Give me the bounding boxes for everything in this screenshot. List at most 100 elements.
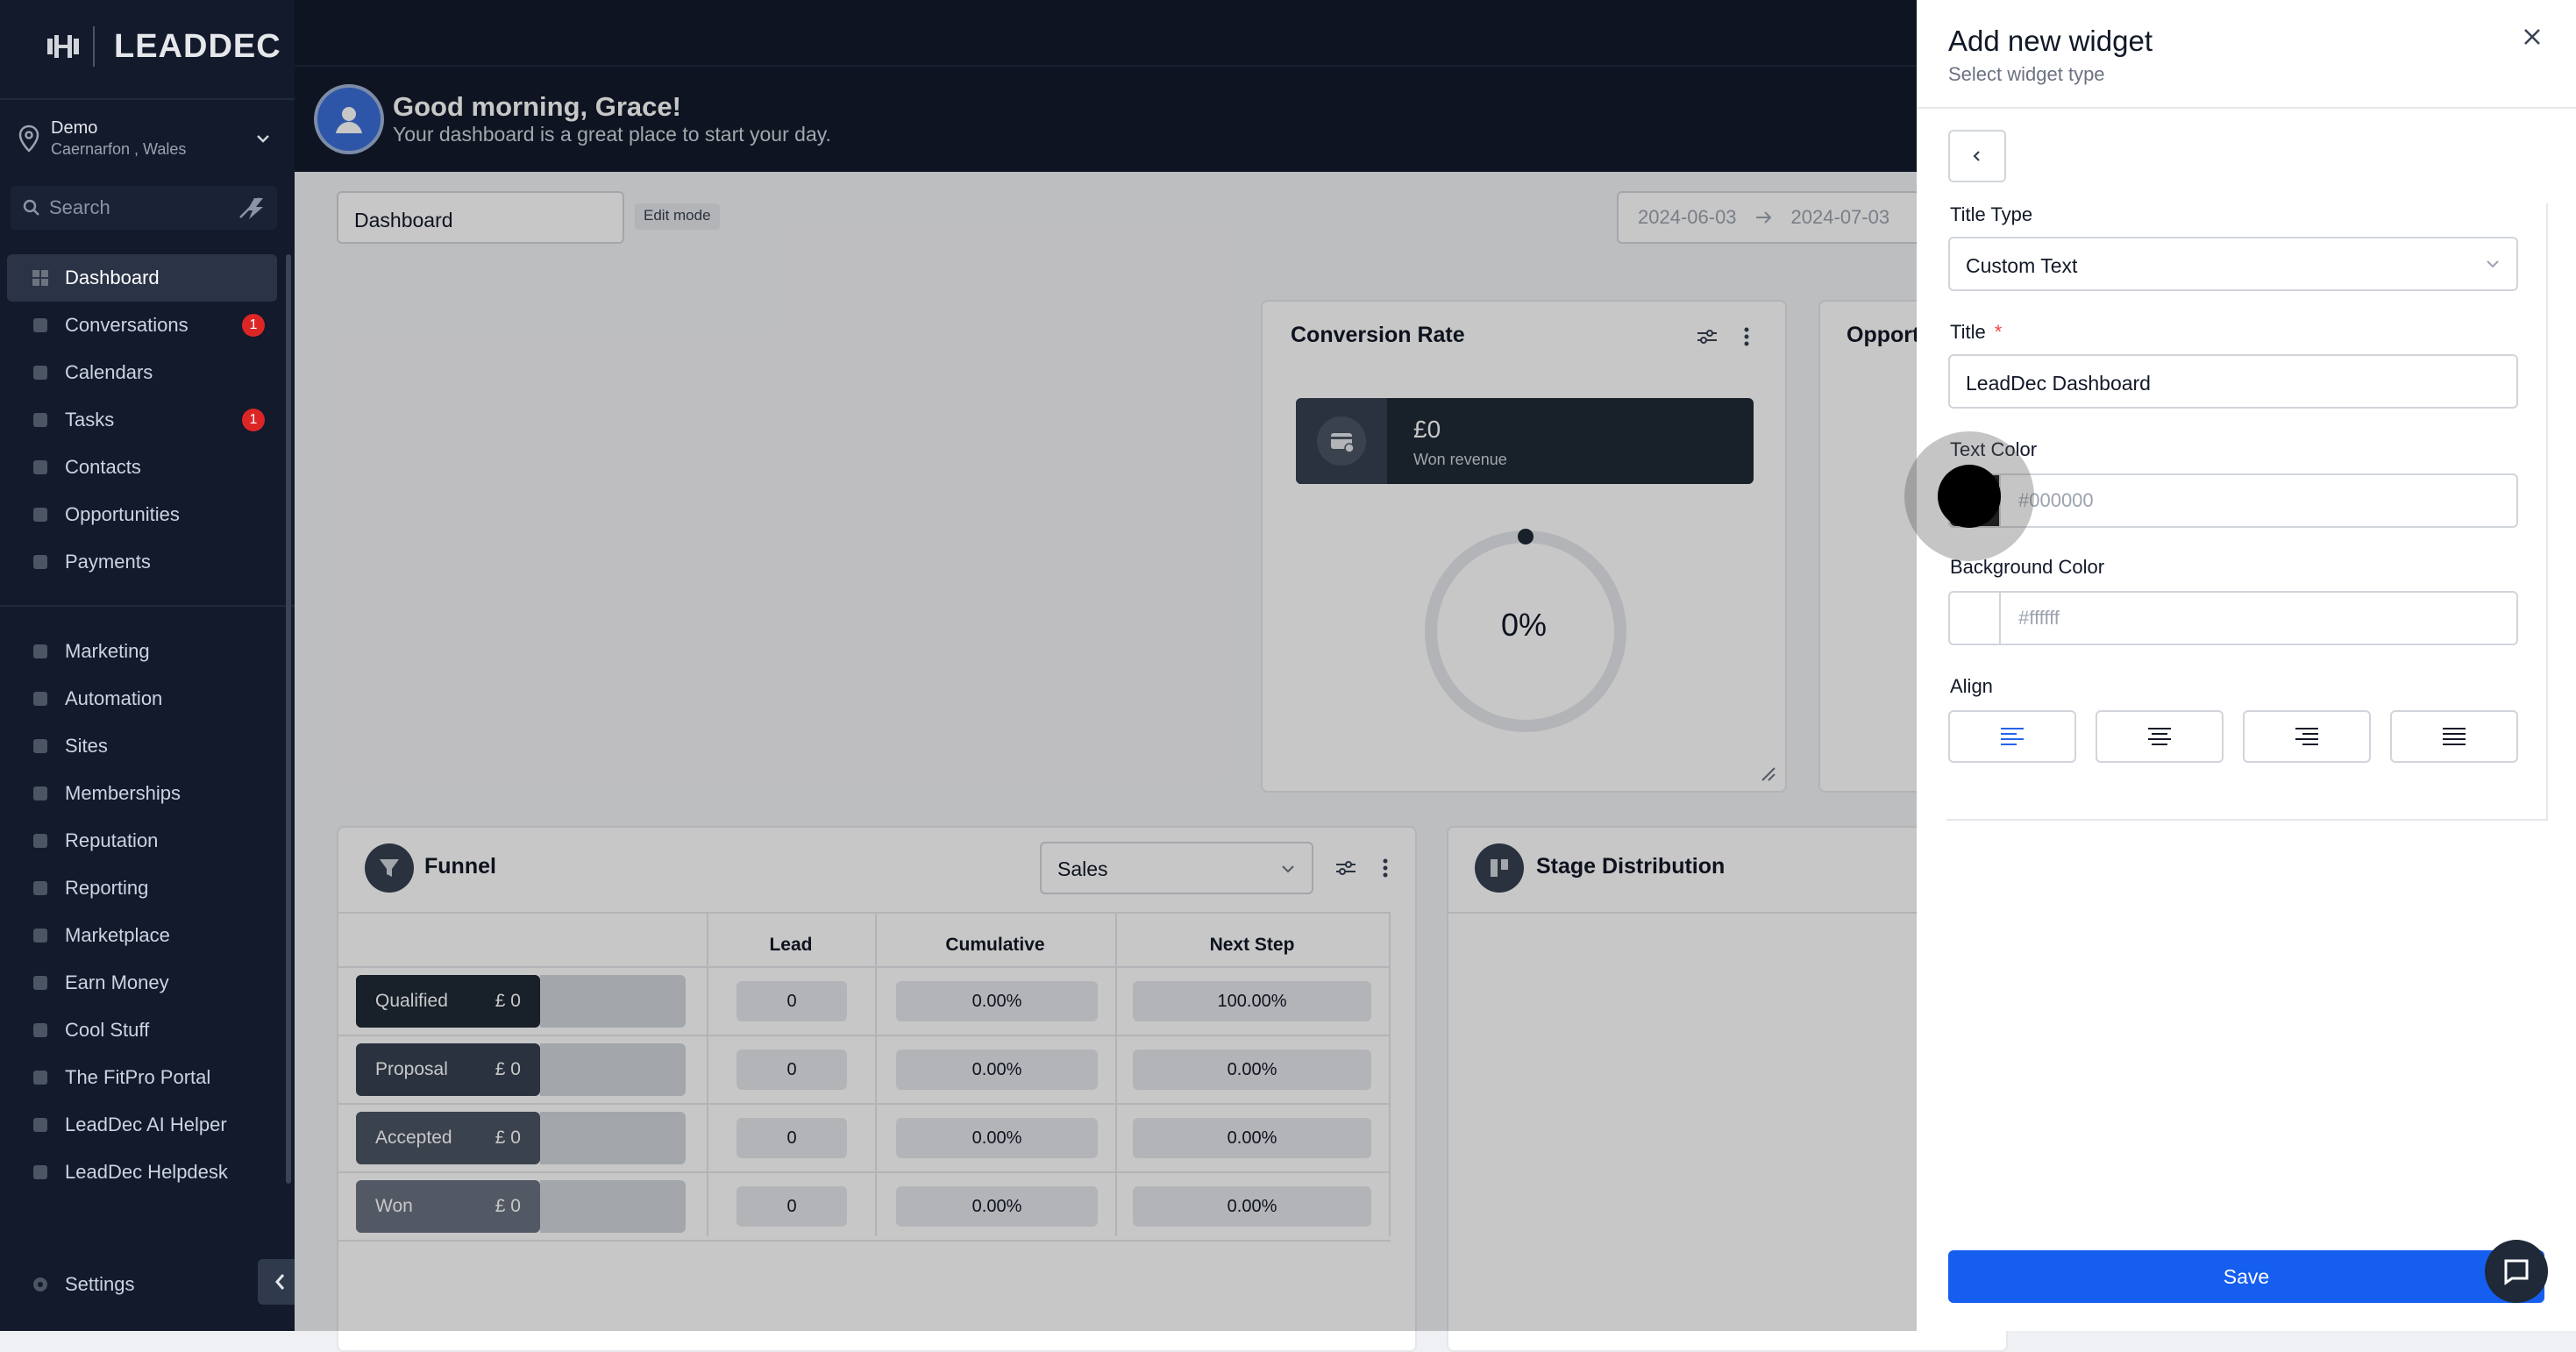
sidebar-item-earn-money[interactable]: Earn Money	[7, 959, 277, 1007]
sidebar-item-sites[interactable]: Sites	[7, 722, 277, 770]
sidebar-item-label: Sites	[65, 735, 108, 757]
megaphone-icon	[30, 641, 51, 662]
sidebar-item-marketing[interactable]: Marketing	[7, 628, 277, 675]
save-button[interactable]: Save	[1948, 1250, 2544, 1303]
person-icon	[30, 457, 51, 478]
drawer-subtitle: Select widget type	[1948, 63, 2105, 85]
sidebar-item-label: Cool Stuff	[65, 1019, 150, 1041]
required-marker: *	[1994, 321, 2003, 343]
sidebar-item-reporting[interactable]: Reporting	[7, 865, 277, 912]
sidebar-item-calendars[interactable]: Calendars	[7, 349, 277, 396]
sidebar-item-label: Memberships	[65, 782, 181, 804]
cart-icon	[30, 925, 51, 946]
search-icon	[23, 199, 39, 216]
chevron-left-icon	[275, 1274, 285, 1290]
sidebar-item-marketplace[interactable]: Marketplace	[7, 912, 277, 959]
fire-icon	[30, 1020, 51, 1041]
align-justify-button[interactable]	[2390, 710, 2518, 763]
widget-form: Title Type Custom Text Title * LeadDec Da…	[1946, 203, 2548, 821]
sidebar: LEADDEC Demo Caernarfon , Wales Search S…	[0, 0, 303, 1331]
sidebar-item-label: Conversations	[65, 314, 189, 336]
sidebar-item-leaddec-ai-helper[interactable]: LeadDec AI Helper	[7, 1101, 277, 1149]
sidebar-item-label: Tasks	[65, 409, 115, 431]
globe-icon	[30, 736, 51, 757]
align-center-icon	[2148, 728, 2171, 745]
sidebar-item-label: Reporting	[65, 877, 149, 899]
sidebar-item-label: Opportunities	[65, 503, 180, 525]
chat-bubble-icon	[2504, 1259, 2529, 1285]
align-center-button[interactable]	[2096, 710, 2224, 763]
notification-badge: 1	[242, 314, 265, 337]
sidebar-item-reputation[interactable]: Reputation	[7, 817, 277, 865]
modal-backdrop[interactable]	[295, 0, 1917, 1331]
sidebar-item-payments[interactable]: Payments	[7, 538, 277, 586]
dumbbell-logo-icon	[47, 35, 79, 58]
location-pin-icon	[18, 125, 39, 153]
align-left-button[interactable]	[1948, 710, 2076, 763]
sidebar-item-label: LeadDec AI Helper	[65, 1114, 227, 1135]
star-icon	[30, 830, 51, 851]
chevron-left-icon	[1973, 151, 1980, 161]
sidebar-item-leaddec-helpdesk[interactable]: LeadDec Helpdesk	[7, 1149, 277, 1196]
sidebar-item-settings[interactable]: Settings	[7, 1261, 277, 1308]
chat-widget-button[interactable]	[2485, 1240, 2548, 1303]
notification-badge: 1	[242, 409, 265, 431]
sidebar-item-memberships[interactable]: Memberships	[7, 770, 277, 817]
dumbbell-icon	[30, 1067, 51, 1088]
lightning-icon[interactable]	[237, 195, 268, 221]
sidebar-item-label: Payments	[65, 551, 151, 573]
sidebar-item-cool-stuff[interactable]: Cool Stuff	[7, 1007, 277, 1054]
close-icon	[2524, 29, 2540, 45]
add-widget-drawer: Add new widget Select widget type Title …	[1917, 0, 2576, 1331]
chevron-down-icon	[257, 135, 269, 143]
sidebar-item-label: Marketplace	[65, 924, 170, 946]
title-input[interactable]: LeadDec Dashboard	[1948, 354, 2518, 409]
chart-icon	[30, 878, 51, 899]
calendar-icon	[30, 362, 51, 383]
sidebar-item-automation[interactable]: Automation	[7, 675, 277, 722]
sidebar-item-opportunities[interactable]: Opportunities	[7, 491, 277, 538]
logo-divider	[93, 26, 95, 67]
close-button[interactable]	[2518, 23, 2546, 51]
sidebar-item-tasks[interactable]: Tasks 1	[7, 396, 277, 444]
location-switcher[interactable]: Demo Caernarfon , Wales	[18, 112, 281, 165]
drawer-title: Add new widget	[1948, 25, 2153, 57]
gear-icon	[30, 688, 51, 709]
title-label: Title *	[1950, 321, 2002, 344]
search-input[interactable]: Search	[11, 186, 277, 230]
gear-icon	[30, 1274, 51, 1295]
align-label: Align	[1950, 675, 1993, 697]
card-icon	[30, 551, 51, 573]
back-button[interactable]	[1948, 130, 2006, 182]
background-color-swatch[interactable]	[1950, 593, 2001, 644]
location-name: Demo	[51, 118, 98, 138]
sidebar-item-label: Reputation	[65, 829, 159, 851]
sidebar-item-label: Dashboard	[65, 267, 160, 288]
sidebar-item-label: Automation	[65, 687, 163, 709]
sidebar-item-label: Earn Money	[65, 971, 169, 993]
location-sub: Caernarfon , Wales	[51, 140, 187, 158]
sidebar-item-the-fitpro-portal[interactable]: The FitPro Portal	[7, 1054, 277, 1101]
sidebar-item-contacts[interactable]: Contacts	[7, 444, 277, 491]
sidebar-item-label: LeadDec Helpdesk	[65, 1161, 228, 1183]
sidebar-item-label: The FitPro Portal	[65, 1066, 211, 1088]
sidebar-item-dashboard[interactable]: Dashboard	[7, 254, 277, 302]
sidebar-item-label: Contacts	[65, 456, 141, 478]
sidebar-scrollbar[interactable]	[286, 254, 291, 1184]
sidebar-item-conversations[interactable]: Conversations 1	[7, 302, 277, 349]
dashboard-icon	[30, 267, 51, 288]
chevron-down-icon	[2487, 260, 2499, 268]
divider	[1917, 107, 2576, 109]
title-label-text: Title	[1950, 321, 1986, 343]
divider	[0, 605, 295, 607]
align-right-button[interactable]	[2243, 710, 2371, 763]
align-justify-icon	[2443, 728, 2466, 745]
title-type-select[interactable]: Custom Text	[1948, 237, 2518, 291]
logo[interactable]: LEADDEC	[46, 25, 281, 68]
background-color-placeholder: #ffffff	[2018, 607, 2060, 629]
sidebar-item-label: Marketing	[65, 640, 150, 662]
color-picker-dot	[1938, 465, 2001, 528]
sidebar-item-label: Settings	[65, 1273, 135, 1295]
background-color-input[interactable]: #ffffff	[1948, 591, 2518, 645]
title-type-value: Custom Text	[1966, 254, 2078, 277]
